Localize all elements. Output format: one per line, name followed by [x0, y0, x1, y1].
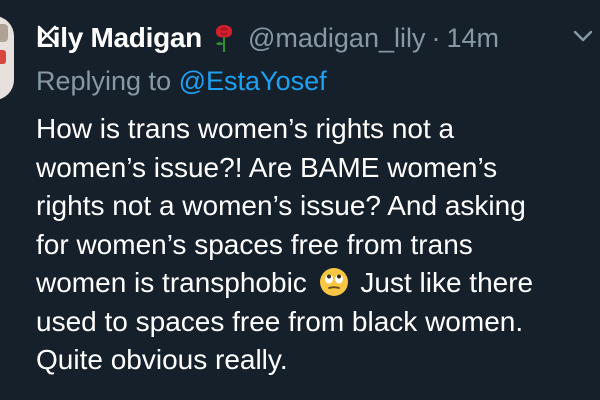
chevron-down-icon[interactable] — [572, 28, 594, 44]
tweet-text: How is trans women’s rights not a women’… — [36, 110, 596, 380]
tweet: Lily Madigan @madigan_lily · 14m Replyin… — [0, 0, 600, 400]
author-name[interactable]: Lily Madigan — [36, 22, 202, 54]
avatar[interactable] — [0, 16, 14, 100]
tweet-text-line: women’s issue?! Are BAME women’s — [36, 151, 498, 183]
tweet-text-line: rights not a women’s issue? And asking — [36, 190, 526, 221]
eye-roll-emoji-icon — [319, 268, 348, 296]
separator-dot: · — [431, 22, 441, 53]
avatar-detail — [0, 50, 6, 64]
tweet-text-segment: Just like there — [360, 267, 534, 298]
tweet-header: Lily Madigan @madigan_lily · 14m — [36, 18, 499, 58]
avatar-detail — [0, 24, 8, 42]
rose-icon — [215, 25, 233, 52]
reply-prefix: Replying to — [36, 66, 172, 96]
tweet-text-line: women is transphobic Just like there — [36, 264, 596, 303]
tweet-timestamp[interactable]: 14m — [446, 23, 499, 54]
reply-mention-link[interactable]: @EstaYosef — [179, 66, 327, 96]
tweet-text-line: for women’s spaces free from trans — [36, 228, 473, 260]
author-handle[interactable]: @madigan_lily — [248, 23, 426, 54]
replying-to: Replying to @EstaYosef — [36, 66, 327, 97]
tweet-text-segment: women is transphobic — [36, 267, 307, 298]
tweet-text-line: used to spaces free from black women. — [36, 305, 524, 337]
tweet-text-line: How is trans women’s rights not a — [36, 113, 455, 144]
tweet-text-line: Quite obvious really. — [36, 344, 288, 375]
